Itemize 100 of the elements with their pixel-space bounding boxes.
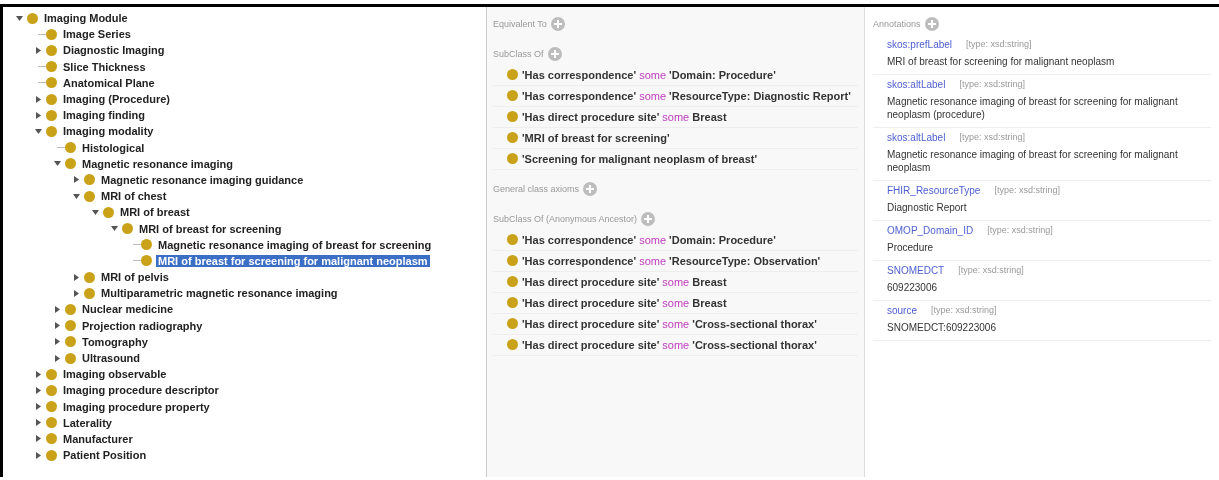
class-dot-icon [46,109,57,121]
class-dot-icon [507,276,518,287]
annotation-value: Magnetic resonance imaging of breast for screening for malignant neoplasm [887,148,1179,174]
class-dot-icon [507,69,518,80]
annotation-property[interactable]: OMOP_Domain_ID [887,225,974,236]
tree-item[interactable]: Imaging procedure property [61,400,212,413]
tree-item[interactable]: Projection radiography [80,319,205,332]
class-dot-icon [84,190,95,202]
annotation-value: Magnetic resonance imaging of breast for screening for malignant neoplasm (procedure) [887,95,1179,121]
annotation-value: Diagnostic Report [887,201,968,214]
annotation-property[interactable]: FHIR_ResourceType [887,185,981,196]
axiom-text: 'Has direct procedure site' some Breast [522,110,727,124]
annotation-type: [type: xsd:string] [987,225,1053,236]
annotation-value: 609223006 [887,281,939,294]
tree-item[interactable]: Slice Thickness [61,60,148,73]
caret-icon[interactable] [110,225,118,233]
tree-item[interactable]: Imaging (Procedure) [61,93,172,106]
class-dot-icon [27,12,38,24]
annotation-value: Procedure [887,241,935,254]
tree-item[interactable]: Ultrasound [80,352,143,365]
class-dot-icon [65,352,76,364]
tree-item[interactable]: MRI of pelvis [99,271,171,284]
tree-item[interactable]: Imaging observable [61,368,169,381]
class-dot-icon [507,255,518,266]
tree-item[interactable]: MRI of breast for screening [137,222,284,235]
tree-item[interactable]: Multiparametric magnetic resonance imaging [99,287,340,300]
tree-item[interactable]: Diagnostic Imaging [61,44,167,57]
axiom-text: 'Has direct procedure site' some 'Cross-sectional thorax' [522,338,817,352]
tree-item[interactable]: Laterality [61,416,114,429]
class-dot-icon [507,297,518,308]
class-dot-icon [46,125,57,137]
section-title: Equivalent To [493,19,547,29]
class-dot-icon [507,234,518,245]
tree-item[interactable]: Imaging Module [42,12,130,25]
class-dot-icon [65,336,76,348]
section-title: General class axioms [493,184,580,194]
section-title: SubClass Of [493,49,544,59]
axiom-text: 'Has correspondence' some 'ResourceType: Diagnostic Report' [522,89,851,103]
section-title: Annotations [873,19,921,29]
caret-icon[interactable] [91,208,99,216]
class-dot-icon [84,271,95,283]
axiom-text: 'MRI of breast for screening' [522,131,670,145]
class-dot-icon [141,255,152,267]
axiom-text: 'Has direct procedure site' some 'Cross-sectional thorax' [522,317,817,331]
class-dot-icon [84,287,95,299]
class-dot-icon [65,142,76,154]
annotation-value: SNOMEDCT:609223006 [887,321,997,334]
class-dot-icon [122,223,133,235]
tree-item[interactable]: MRI of breast for screening for malignant neoplasm [156,254,430,267]
class-dot-icon [141,239,152,251]
tree-item[interactable]: MRI of breast [118,206,192,219]
class-dot-icon [507,339,518,350]
class-dot-icon [65,303,76,315]
tree-item[interactable]: Patient Position [61,449,149,462]
tree-item[interactable]: Tomography [80,335,150,348]
class-dot-icon [46,384,57,396]
axiom-text: 'Screening for malignant neoplasm of breast' [522,152,758,166]
tree-item[interactable]: Imaging procedure descriptor [61,384,221,397]
tree-item[interactable]: Magnetic resonance imaging [80,157,235,170]
class-dot-icon [46,417,57,429]
caret-icon[interactable] [53,160,61,168]
annotation-type: [type: xsd:string] [959,79,1025,90]
annotation-property[interactable]: skos:altLabel [887,79,946,90]
tree-item[interactable]: Imaging modality [61,125,156,138]
class-dot-icon [507,318,518,329]
tree-item[interactable]: Magnetic resonance imaging guidance [99,173,306,186]
caret-icon[interactable] [34,46,42,54]
tree-item[interactable]: Manufacturer [61,432,135,445]
class-dot-icon [46,401,57,413]
class-dot-icon [46,368,57,380]
axiom-text: 'Has direct procedure site' some Breast [522,275,727,289]
annotation-type: [type: xsd:string] [994,185,1060,196]
tree-item[interactable]: Image Series [61,28,133,41]
annotation-value: MRI of breast for screening for malignant neoplasm [887,55,1116,68]
annotation-type: [type: xsd:string] [966,39,1032,50]
class-dot-icon [103,206,114,218]
annotation-property[interactable]: SNOMEDCT [887,265,945,276]
annotation-type: [type: xsd:string] [958,265,1024,276]
axiom-text: 'Has correspondence' some 'Domain: Procedure' [522,233,776,247]
annotation-type: [type: xsd:string] [959,132,1025,143]
tree-item[interactable]: MRI of chest [99,190,169,203]
caret-icon[interactable] [15,14,23,22]
tree-item[interactable]: Magnetic resonance imaging of breast for screening [156,238,434,251]
annotation-property[interactable]: source [887,305,917,316]
class-dot-icon [46,61,57,73]
tree-item[interactable]: Histological [80,141,147,154]
class-dot-icon [84,174,95,186]
tree-item[interactable]: Nuclear medicine [80,303,176,316]
tree-item[interactable]: Imaging finding [61,109,147,122]
class-dot-icon [46,93,57,105]
axiom-text: 'Has correspondence' some 'ResourceType: Observation' [522,254,821,268]
class-dot-icon [46,449,57,461]
class-dot-icon [46,433,57,445]
class-dot-icon [46,44,57,56]
class-dot-icon [507,111,518,122]
tree-item[interactable]: Anatomical Plane [61,76,157,89]
annotation-property[interactable]: skos:prefLabel [887,39,953,50]
caret-icon[interactable] [53,305,61,313]
annotation-property[interactable]: skos:altLabel [887,132,946,143]
class-dot-icon [65,320,76,332]
